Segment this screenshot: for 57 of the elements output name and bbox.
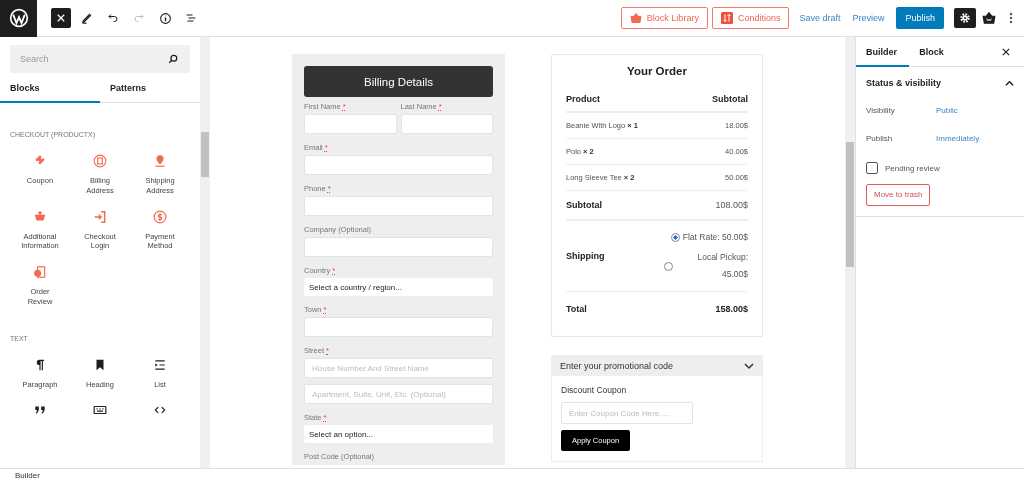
dollar-circle-icon (153, 209, 167, 224)
input-field[interactable] (304, 196, 493, 216)
total-value: 158.00$ (715, 304, 748, 314)
scrollbar[interactable] (845, 37, 855, 468)
select-field[interactable]: Select an option... (304, 425, 493, 443)
save-draft-button[interactable]: Save draft (793, 13, 847, 23)
input-field[interactable] (304, 317, 493, 337)
location-pin-icon (153, 154, 167, 168)
shipping-label: Shipping (566, 251, 605, 261)
input-field[interactable] (304, 155, 493, 175)
close-button[interactable] (51, 8, 71, 28)
input-field[interactable] (304, 114, 397, 134)
input-field[interactable] (400, 114, 493, 134)
chevron-icon (744, 361, 754, 371)
promo-code-toggle[interactable]: Enter your promotional code (552, 356, 762, 376)
gear-icon (959, 12, 971, 24)
close-icon (57, 14, 65, 22)
setting-label: Visibility (866, 106, 896, 115)
pending-review-checkbox[interactable]: Pending review (866, 162, 1014, 174)
move-to-trash-button[interactable]: Move to trash (866, 183, 931, 206)
settings-button[interactable] (954, 8, 976, 28)
subtotal-value: 108.00$ (715, 200, 748, 210)
document-icon (93, 154, 107, 168)
chevron-icon (1005, 78, 1014, 88)
column-header: Product (566, 94, 600, 104)
list-icon (153, 357, 167, 372)
search-field[interactable]: Search (10, 45, 190, 73)
settings-tab[interactable]: Builder (856, 37, 910, 67)
search-icon (168, 54, 178, 64)
scrollbar[interactable] (200, 37, 210, 468)
shipping-option[interactable]: Flat Rate: 50.00$ (670, 229, 748, 246)
wordpress-logo[interactable] (0, 0, 37, 37)
status-bar: Builder (0, 468, 1024, 483)
publish-button[interactable]: Publish (896, 7, 944, 29)
basket-icon (33, 209, 47, 224)
settings-tab[interactable]: Block (909, 37, 963, 67)
basket-icon (629, 12, 642, 24)
inserter-tab[interactable]: Blocks (0, 73, 100, 103)
inserter-tab[interactable]: Patterns (100, 73, 200, 103)
login-arrow-icon (93, 209, 107, 224)
billing-title: Billing Details (304, 66, 493, 97)
input-field[interactable]: House Number And Street Name (304, 358, 493, 378)
panel-header[interactable]: Status & visibility (866, 67, 1014, 99)
checked-document-icon (33, 265, 47, 279)
column-header: Subtotal (712, 94, 748, 104)
shipping-option[interactable]: Local Pickup: 45.00$ (664, 249, 748, 283)
subtotal-label: Subtotal (566, 200, 602, 210)
setting-value-link[interactable]: Immediately (936, 134, 980, 143)
total-label: Total (566, 304, 587, 314)
sort-arrows-icon (720, 12, 733, 24)
setting-label: Publish (866, 134, 894, 143)
preview-button[interactable]: Preview (846, 13, 891, 23)
setting-value-link[interactable]: Public (936, 106, 958, 115)
input-field[interactable] (304, 237, 493, 257)
coupon-label: Discount Coupon (561, 385, 628, 395)
order-title: Your Order (626, 65, 688, 77)
select-field[interactable]: Select a country / region... (304, 278, 493, 296)
